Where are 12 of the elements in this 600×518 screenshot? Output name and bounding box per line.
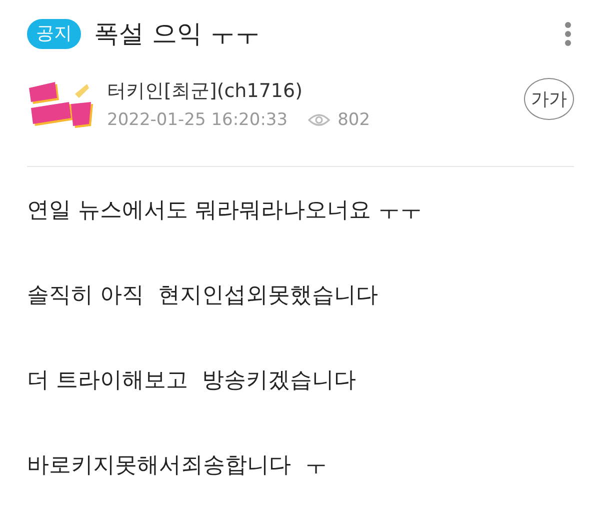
eye-icon <box>308 113 330 127</box>
font-size-button[interactable]: 가가 <box>524 78 574 120</box>
post-title: 폭설 으익 ㅜㅜ <box>94 18 260 50</box>
more-menu-icon[interactable] <box>564 20 572 46</box>
body-text: 연일 뉴스에서도 뭐라뭐라나오너요 ㅜㅜ <box>27 197 423 225</box>
notice-badge: 공지 <box>27 18 81 48</box>
post-date: 2022-01-25 16:20:33 <box>107 110 288 130</box>
body-text: 바로키지못해서죄송합니다 ㅜ <box>27 452 328 480</box>
body-text: 솔직히 아직 현지인섭외못했습니다 <box>27 282 379 310</box>
author-name: 터키인[최군](ch1716) <box>107 79 304 104</box>
body-text: 더 트라이해보고 방송키겠습니다 <box>27 367 357 395</box>
view-count: 802 <box>338 110 370 130</box>
